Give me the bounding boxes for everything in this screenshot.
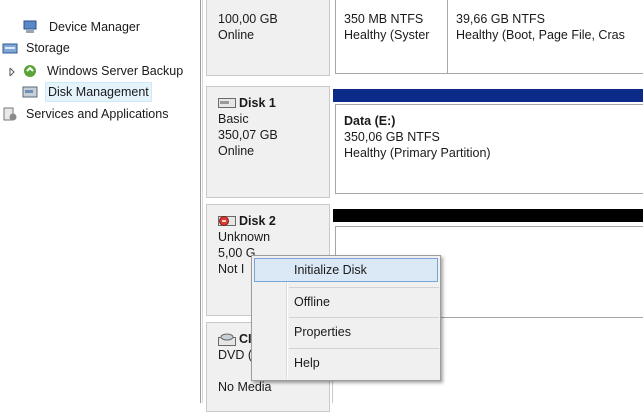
disk-management-icon: [22, 86, 38, 98]
context-menu: Initialize Disk Offline Properties Help: [251, 255, 441, 381]
server-backup-icon: [24, 65, 36, 77]
disk1-name: Disk 1: [239, 96, 276, 110]
menu-separator: [289, 317, 439, 318]
disk2-name: Disk 2: [239, 214, 276, 228]
menu-item-offline[interactable]: Offline: [254, 290, 438, 314]
menu-separator: [289, 348, 439, 349]
primary-partition-bar: [333, 89, 643, 102]
expand-arrow-icon[interactable]: [9, 68, 16, 76]
disk0-volume-system-reserved[interactable]: 350 MB NTFS Healthy (Syster: [335, 0, 448, 74]
cd-drive-icon: [218, 333, 236, 346]
menu-item-properties[interactable]: Properties: [254, 320, 438, 344]
pane-splitter-edge: [202, 0, 203, 403]
navigation-tree: Device Manager Storage Windows Server Ba…: [0, 0, 200, 403]
menu-separator: [289, 287, 439, 288]
disk0-label[interactable]: 100,00 GB Online: [206, 0, 330, 76]
menu-item-initialize-disk[interactable]: Initialize Disk: [254, 258, 438, 282]
unallocated-bar: [333, 209, 643, 222]
disk1-volume-data[interactable]: Data (E:) 350,06 GB NTFS Healthy (Primar…: [335, 104, 643, 194]
device-manager-icon: [23, 20, 37, 33]
disk-unknown-icon: [218, 216, 236, 226]
disk1-label[interactable]: Disk 1 Basic 350,07 GB Online: [206, 86, 330, 198]
pane-splitter[interactable]: [200, 0, 201, 403]
storage-icon: [2, 43, 18, 54]
menu-item-help[interactable]: Help: [254, 351, 438, 375]
services-icon: [3, 107, 17, 121]
disk0-volume-boot[interactable]: 39,66 GB NTFS Healthy (Boot, Page File, …: [447, 0, 643, 74]
disk-icon: [218, 98, 236, 108]
